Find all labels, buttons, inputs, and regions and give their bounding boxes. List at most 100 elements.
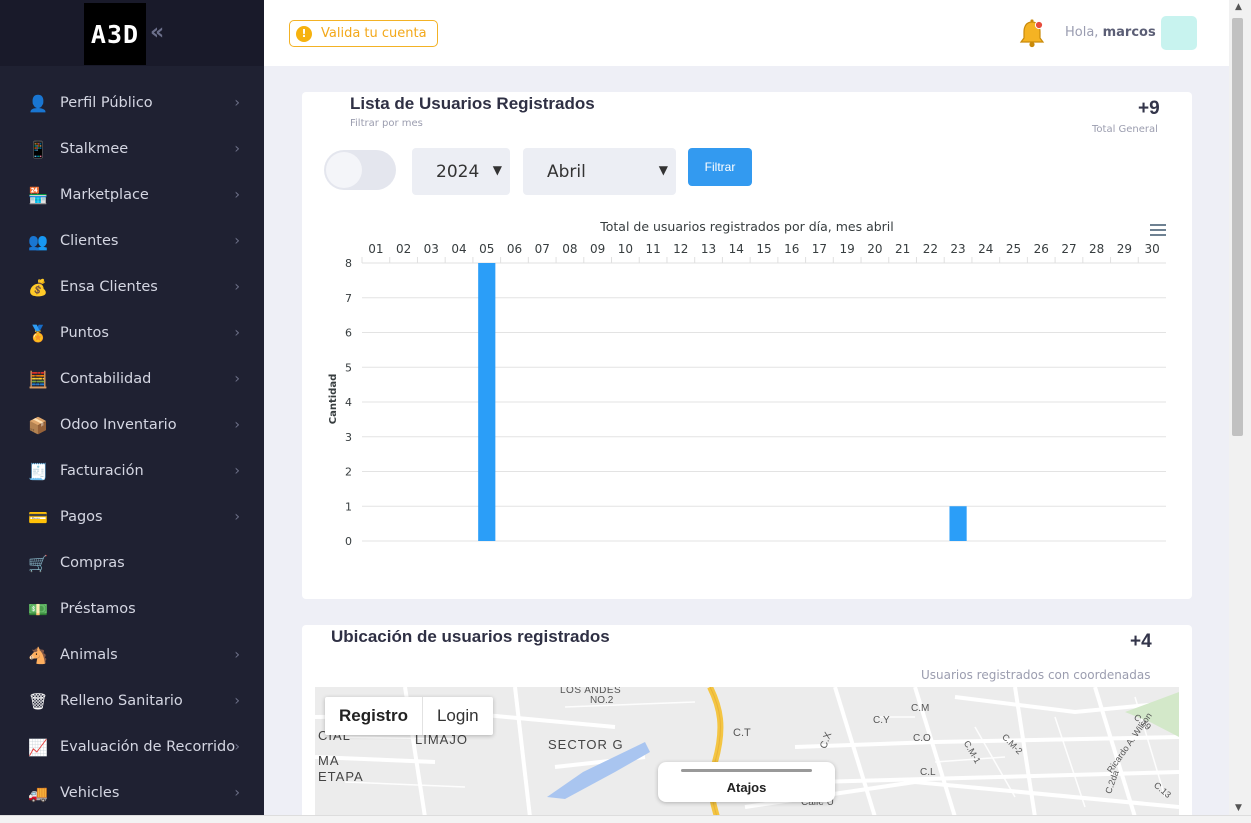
logo-area: A3D «	[0, 0, 264, 66]
warning-icon: !	[296, 25, 312, 42]
sidebar-item-evaluación-de-recorrido[interactable]: 📈 Evaluación de Recorrido ›	[0, 724, 264, 770]
sidebar-item-préstamos[interactable]: 💵 Préstamos	[0, 586, 264, 632]
chevron-right-icon: ›	[234, 279, 240, 295]
chevron-right-icon: ›	[234, 371, 240, 387]
sidebar-item-label: Facturación	[60, 463, 144, 479]
scroll-up-icon[interactable]: ▲	[1235, 2, 1242, 12]
sidebar-item-clientes[interactable]: 👥 Clientes ›	[0, 218, 264, 264]
x-tick-label: 09	[590, 242, 605, 256]
chart-bar-day-05[interactable]	[478, 263, 496, 541]
y-tick-label: 0	[345, 535, 352, 548]
logo[interactable]: A3D	[84, 3, 146, 65]
chevron-right-icon: ›	[234, 693, 240, 709]
user-location-title: Ubicación de usuarios registrados	[331, 627, 610, 646]
map-label: C.L	[920, 767, 936, 778]
sidebar-item-label: Animals	[60, 647, 118, 663]
map-label: ETAPA	[318, 769, 364, 784]
map-label: C.O	[913, 733, 931, 744]
store-icon: 🏪	[28, 185, 48, 205]
map-label: C.M	[911, 703, 930, 714]
map-label: MA	[318, 753, 340, 768]
sidebar-item-label: Vehicles	[60, 785, 120, 801]
x-tick-label: 14	[729, 242, 744, 256]
page-scrollbar[interactable]: ▲ ▼	[1229, 0, 1251, 815]
x-tick-label: 08	[562, 242, 577, 256]
phone-users-icon: 📱	[28, 139, 48, 159]
top-header: ! Valida tu cuenta Hola, marcos	[264, 0, 1229, 66]
scroll-thumb[interactable]	[1232, 18, 1243, 436]
x-tick-label: 13	[701, 242, 716, 256]
route-chart-icon: 📈	[28, 737, 48, 757]
map-tab-registro[interactable]: Registro	[325, 697, 423, 735]
sidebar-item-label: Puntos	[60, 325, 109, 341]
chevron-right-icon: ›	[234, 785, 240, 801]
sidebar-item-perfil-público[interactable]: 👤 Perfil Público ›	[0, 80, 264, 126]
location-subtitle: Usuarios registrados con coordenadas	[921, 668, 1151, 682]
x-tick-label: 16	[784, 242, 799, 256]
scroll-down-icon[interactable]: ▼	[1235, 803, 1242, 813]
sidebar-item-stalkmee[interactable]: 📱 Stalkmee ›	[0, 126, 264, 172]
sidebar-item-label: Contabilidad	[60, 371, 152, 387]
x-tick-label: 19	[840, 242, 855, 256]
chevron-right-icon: ›	[234, 463, 240, 479]
x-tick-label: 21	[895, 242, 910, 256]
validate-account-label: Valida tu cuenta	[321, 26, 427, 41]
chart-bar-day-23[interactable]	[949, 506, 967, 541]
dumpster-icon: 🗑	[27, 691, 49, 711]
greeting-text: Hola,	[1065, 25, 1099, 40]
calculator-icon: 🧮	[28, 369, 48, 389]
cart-icon: 🛒	[28, 553, 48, 573]
y-tick-label: 2	[345, 466, 352, 479]
loan-hand-icon: 💵	[28, 599, 48, 619]
map-tab-login[interactable]: Login	[423, 697, 493, 735]
collapse-sidebar-icon[interactable]: «	[150, 20, 164, 45]
username: marcos	[1102, 25, 1156, 40]
x-tick-label: 06	[507, 242, 522, 256]
sidebar-item-compras[interactable]: 🛒 Compras	[0, 540, 264, 586]
sidebar-item-odoo-inventario[interactable]: 📦 Odoo Inventario ›	[0, 402, 264, 448]
drag-handle[interactable]	[681, 769, 812, 772]
sidebar-item-label: Relleno Sanitario	[60, 693, 183, 709]
sidebar-item-label: Compras	[60, 555, 125, 571]
x-tick-label: 24	[978, 242, 993, 256]
x-tick-label: 01	[368, 242, 383, 256]
y-tick-label: 8	[345, 257, 352, 270]
chevron-right-icon: ›	[234, 95, 240, 111]
taskbar	[0, 815, 1251, 823]
sidebar-item-contabilidad[interactable]: 🧮 Contabilidad ›	[0, 356, 264, 402]
x-tick-label: 27	[1061, 242, 1076, 256]
sidebar-item-label: Odoo Inventario	[60, 417, 177, 433]
avatar[interactable]	[1161, 16, 1197, 50]
notification-bell-icon[interactable]	[1018, 18, 1046, 48]
chevron-right-icon: ›	[234, 233, 240, 249]
y-tick-label: 5	[345, 361, 352, 374]
map-label: C.Y	[873, 715, 890, 726]
sidebar-item-animals[interactable]: 🐴 Animals ›	[0, 632, 264, 678]
sidebar-item-relleno-sanitario[interactable]: 🗑 Relleno Sanitario ›	[0, 678, 264, 724]
y-tick-label: 1	[345, 500, 352, 513]
sidebar-item-vehicles[interactable]: 🚚 Vehicles ›	[0, 770, 264, 816]
sidebar-item-facturación[interactable]: 🧾 Facturación ›	[0, 448, 264, 494]
validate-account-button[interactable]: ! Valida tu cuenta	[289, 20, 438, 47]
map-tabs: Registro Login	[325, 697, 493, 735]
sidebar-item-label: Stalkmee	[60, 141, 129, 157]
shortcuts-label: Atajos	[726, 780, 767, 795]
sidebar-item-ensa-clientes[interactable]: 💰 Ensa Clientes ›	[0, 264, 264, 310]
location-count: +4	[1130, 631, 1152, 652]
y-tick-label: 3	[345, 431, 352, 444]
x-tick-label: 26	[1034, 242, 1049, 256]
credit-card-icon: 💳	[28, 507, 48, 527]
sidebar-item-marketplace[interactable]: 🏪 Marketplace ›	[0, 172, 264, 218]
sidebar-item-label: Perfil Público	[60, 95, 153, 111]
sidebar-item-puntos[interactable]: 🏅 Puntos ›	[0, 310, 264, 356]
chevron-right-icon: ›	[234, 417, 240, 433]
x-tick-label: 29	[1117, 242, 1132, 256]
x-tick-label: 12	[673, 242, 688, 256]
user-greeting: Hola, marcos	[1065, 25, 1156, 40]
sidebar-item-pagos[interactable]: 💳 Pagos ›	[0, 494, 264, 540]
chevron-right-icon: ›	[234, 739, 240, 755]
y-axis-label: Cantidad	[328, 374, 339, 424]
shortcuts-panel[interactable]: Atajos	[658, 762, 835, 802]
map[interactable]: LOS ANDES NO.2 SECTOR G LIMAJO CIAL MA E…	[315, 687, 1179, 815]
sidebar-item-label: Pagos	[60, 509, 103, 525]
